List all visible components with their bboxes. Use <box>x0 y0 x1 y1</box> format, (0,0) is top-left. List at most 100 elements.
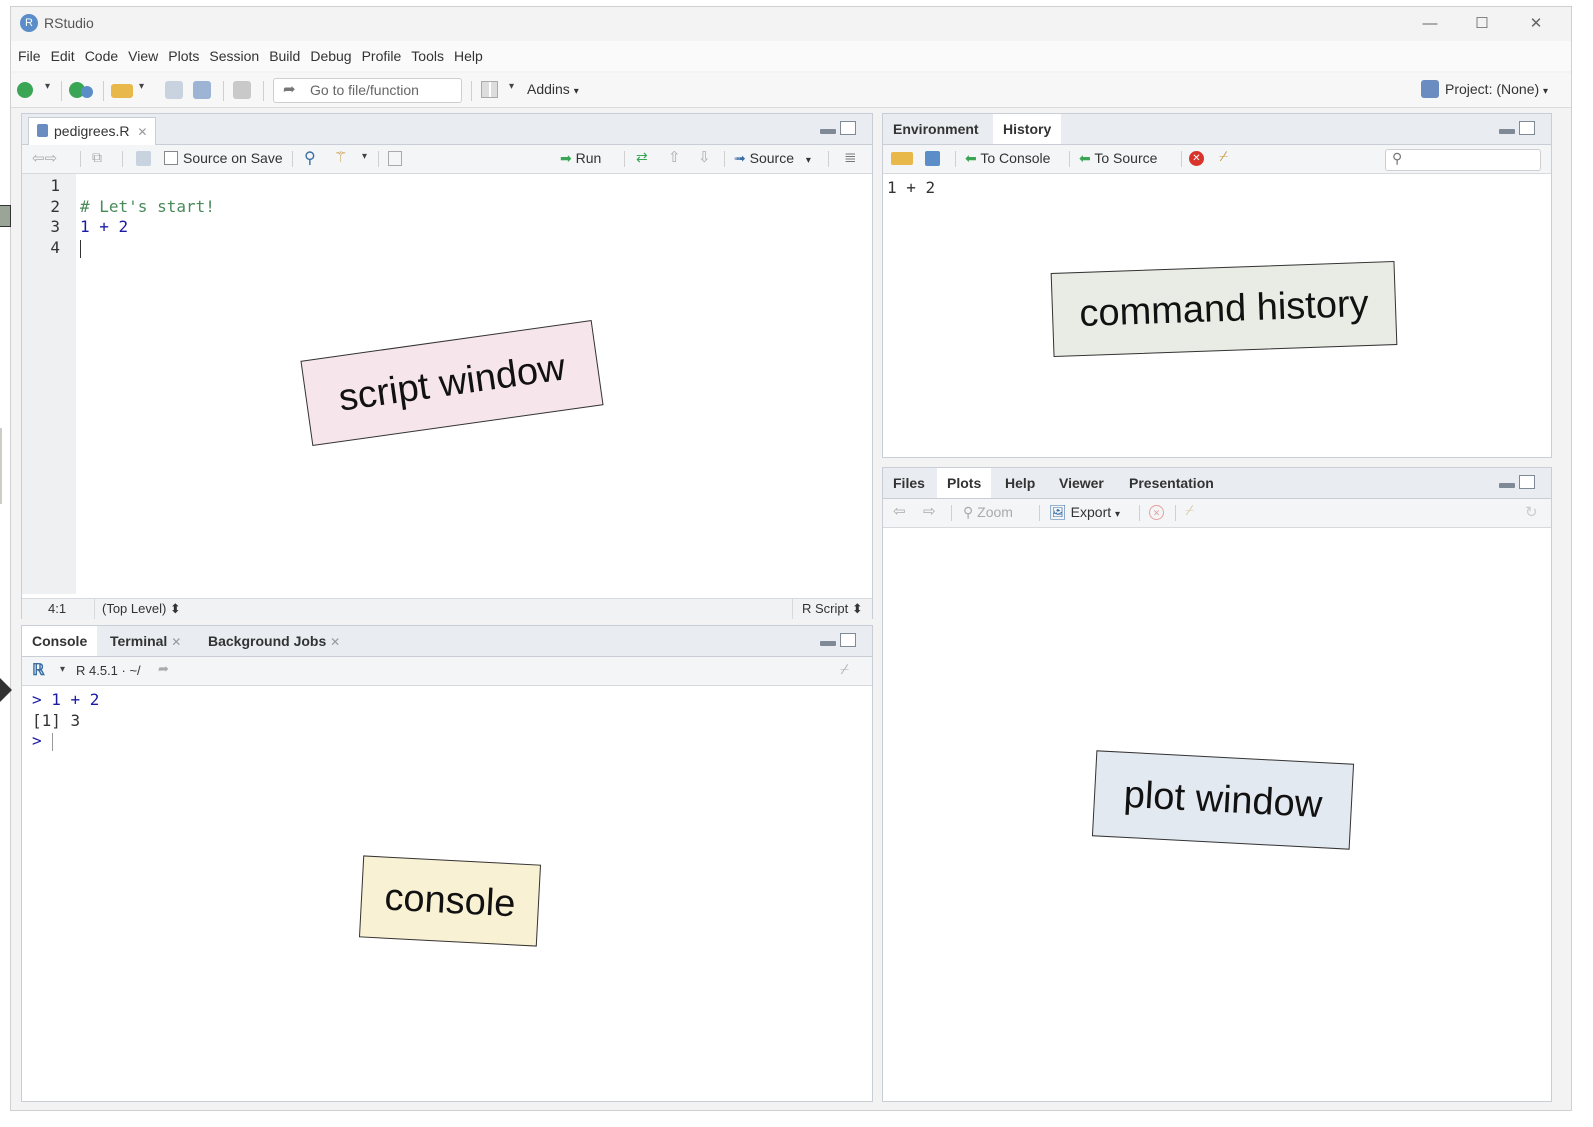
previous-plot-icon[interactable]: ⇦ <box>893 502 906 520</box>
command-history-note: command history <box>1050 261 1398 357</box>
addins-menu[interactable]: Addins ▾ <box>527 81 579 97</box>
menu-profile[interactable]: Profile <box>357 41 407 71</box>
minimize-pane-icon[interactable] <box>1499 483 1515 488</box>
save-icon[interactable] <box>165 81 183 99</box>
console-note: console <box>358 855 542 947</box>
menu-help[interactable]: Help <box>449 41 488 71</box>
console-line: [1] 3 <box>32 710 81 730</box>
go-to-directory-icon[interactable]: ➦ <box>158 661 169 677</box>
code-tools-dropdown-icon[interactable]: ▾ <box>362 151 367 162</box>
source-on-save-checkbox[interactable] <box>164 151 178 165</box>
clear-history-broom-icon[interactable]: ⌿ <box>1219 148 1228 165</box>
tab-files[interactable]: Files <box>883 468 935 498</box>
tab-terminal[interactable]: Terminal ✕ <box>100 626 191 656</box>
project-menu[interactable]: Project: (None) ▾ <box>1445 81 1548 97</box>
minimize-pane-icon[interactable] <box>820 129 836 134</box>
tab-environment[interactable]: Environment <box>883 114 989 144</box>
save-all-icon[interactable] <box>193 81 211 99</box>
menu-view[interactable]: View <box>123 41 163 71</box>
go-down-icon[interactable]: ⇩ <box>698 148 711 166</box>
load-history-icon[interactable] <box>891 152 913 165</box>
tab-viewer[interactable]: Viewer <box>1049 468 1114 498</box>
code-editor[interactable]: 1 2 # Let's start! 3 1 + 2 4 <box>22 176 872 258</box>
new-file-dropdown-icon[interactable]: ▾ <box>45 81 50 92</box>
maximize-button[interactable]: ☐ <box>1459 11 1505 37</box>
minimize-button[interactable]: — <box>1407 11 1453 37</box>
rerun-icon[interactable]: ⇄ <box>636 149 648 166</box>
menu-debug[interactable]: Debug <box>305 41 356 71</box>
menu-session[interactable]: Session <box>204 41 264 71</box>
script-status-bar: 4:1 (Top Level) ⬍ R Script ⬍ <box>22 598 872 619</box>
to-console-button[interactable]: ⬅ To Console <box>965 150 1050 167</box>
code-tools-wand-icon[interactable]: ⚚ <box>334 148 347 166</box>
clear-plots-broom-icon[interactable]: ⌿ <box>1185 502 1194 519</box>
tab-history[interactable]: History <box>993 114 1062 144</box>
project-icon <box>1421 80 1439 98</box>
save-history-icon[interactable] <box>925 151 940 166</box>
close-button[interactable]: ✕ <box>1513 11 1559 37</box>
remove-plot-icon[interactable]: ✕ <box>1149 505 1164 520</box>
save-script-icon[interactable] <box>136 151 151 166</box>
file-type-selector[interactable]: R Script ⬍ <box>802 601 863 617</box>
tab-background-jobs-label: Background Jobs <box>208 633 327 649</box>
tab-close-icon[interactable]: ✕ <box>171 635 181 649</box>
new-file-icon[interactable] <box>17 82 33 98</box>
next-plot-icon[interactable]: ⇨ <box>923 502 936 520</box>
tab-close-icon[interactable]: ✕ <box>137 125 147 139</box>
console-output[interactable]: > 1 + 2 [1] 3 > <box>32 690 862 752</box>
tab-plots[interactable]: Plots <box>937 468 992 498</box>
export-button[interactable]: 🖼 Export ▾ <box>1049 504 1120 521</box>
tab-pedigrees-r[interactable]: pedigrees.R ✕ <box>28 117 157 145</box>
tab-console[interactable]: Console <box>22 626 98 656</box>
tab-background-jobs[interactable]: Background Jobs ✕ <box>198 626 350 656</box>
to-console-icon: ⬅ <box>965 150 977 166</box>
tab-help[interactable]: Help <box>995 468 1045 498</box>
find-replace-icon[interactable]: ⚲ <box>304 148 316 168</box>
menu-build[interactable]: Build <box>264 41 305 71</box>
maximize-pane-icon[interactable] <box>1519 121 1535 135</box>
open-dropdown-icon[interactable]: ▾ <box>139 81 144 92</box>
go-up-icon[interactable]: ⇧ <box>668 148 681 166</box>
workspace-panes-icon[interactable] <box>481 81 498 98</box>
show-in-window-icon[interactable]: ⧉ <box>92 149 102 166</box>
source-dropdown-icon: ▾ <box>805 155 811 166</box>
to-source-button[interactable]: ⬅ To Source <box>1079 150 1157 167</box>
line-number: 1 <box>50 176 60 195</box>
console-line: > <box>32 731 42 750</box>
tab-close-icon[interactable]: ✕ <box>330 635 340 649</box>
zoom-button[interactable]: ⚲ Zoom <box>963 504 1013 521</box>
scope-selector[interactable]: (Top Level) ⬍ <box>102 601 181 617</box>
maximize-pane-icon[interactable] <box>840 121 856 135</box>
print-icon[interactable] <box>233 81 251 99</box>
r-version-dropdown-icon[interactable]: ▾ <box>60 664 65 675</box>
document-outline-icon[interactable]: ≣ <box>844 148 857 166</box>
line-number: 2 <box>50 196 60 216</box>
back-arrow-icon[interactable]: ⇦⇨ <box>32 149 57 167</box>
remove-entry-icon[interactable]: ✕ <box>1189 151 1204 166</box>
clear-console-broom-icon[interactable]: ⌿ <box>840 661 849 678</box>
source-button[interactable]: ➟ Source ▾ <box>734 150 811 167</box>
menu-plots[interactable]: Plots <box>163 41 204 71</box>
console-prompt: > <box>32 731 862 752</box>
goto-placeholder: Go to file/function <box>310 82 419 98</box>
open-file-icon[interactable] <box>111 84 133 98</box>
goto-file-function-input[interactable]: ➦ Go to file/function <box>273 78 462 103</box>
maximize-pane-icon[interactable] <box>1519 475 1535 489</box>
minimize-pane-icon[interactable] <box>820 641 836 646</box>
menu-edit[interactable]: Edit <box>46 41 80 71</box>
maximize-pane-icon[interactable] <box>840 633 856 647</box>
menu-code[interactable]: Code <box>80 41 123 71</box>
menu-tools[interactable]: Tools <box>406 41 449 71</box>
menu-file[interactable]: File <box>13 41 46 71</box>
run-button[interactable]: ➡ Run <box>560 150 601 167</box>
tab-presentation[interactable]: Presentation <box>1119 468 1224 498</box>
code-line: 2 # Let's start! <box>22 197 872 218</box>
refresh-icon[interactable]: ↻ <box>1525 503 1538 521</box>
compile-report-icon[interactable] <box>388 151 402 166</box>
history-search-input[interactable]: ⚲ <box>1385 149 1541 171</box>
rstudio-logo-icon: R <box>20 14 38 32</box>
panes-dropdown-icon[interactable]: ▾ <box>509 81 514 92</box>
history-entry[interactable]: 1 + 2 <box>887 178 935 197</box>
minimize-pane-icon[interactable] <box>1499 129 1515 134</box>
r-logo-icon[interactable]: ℝ <box>32 660 45 680</box>
